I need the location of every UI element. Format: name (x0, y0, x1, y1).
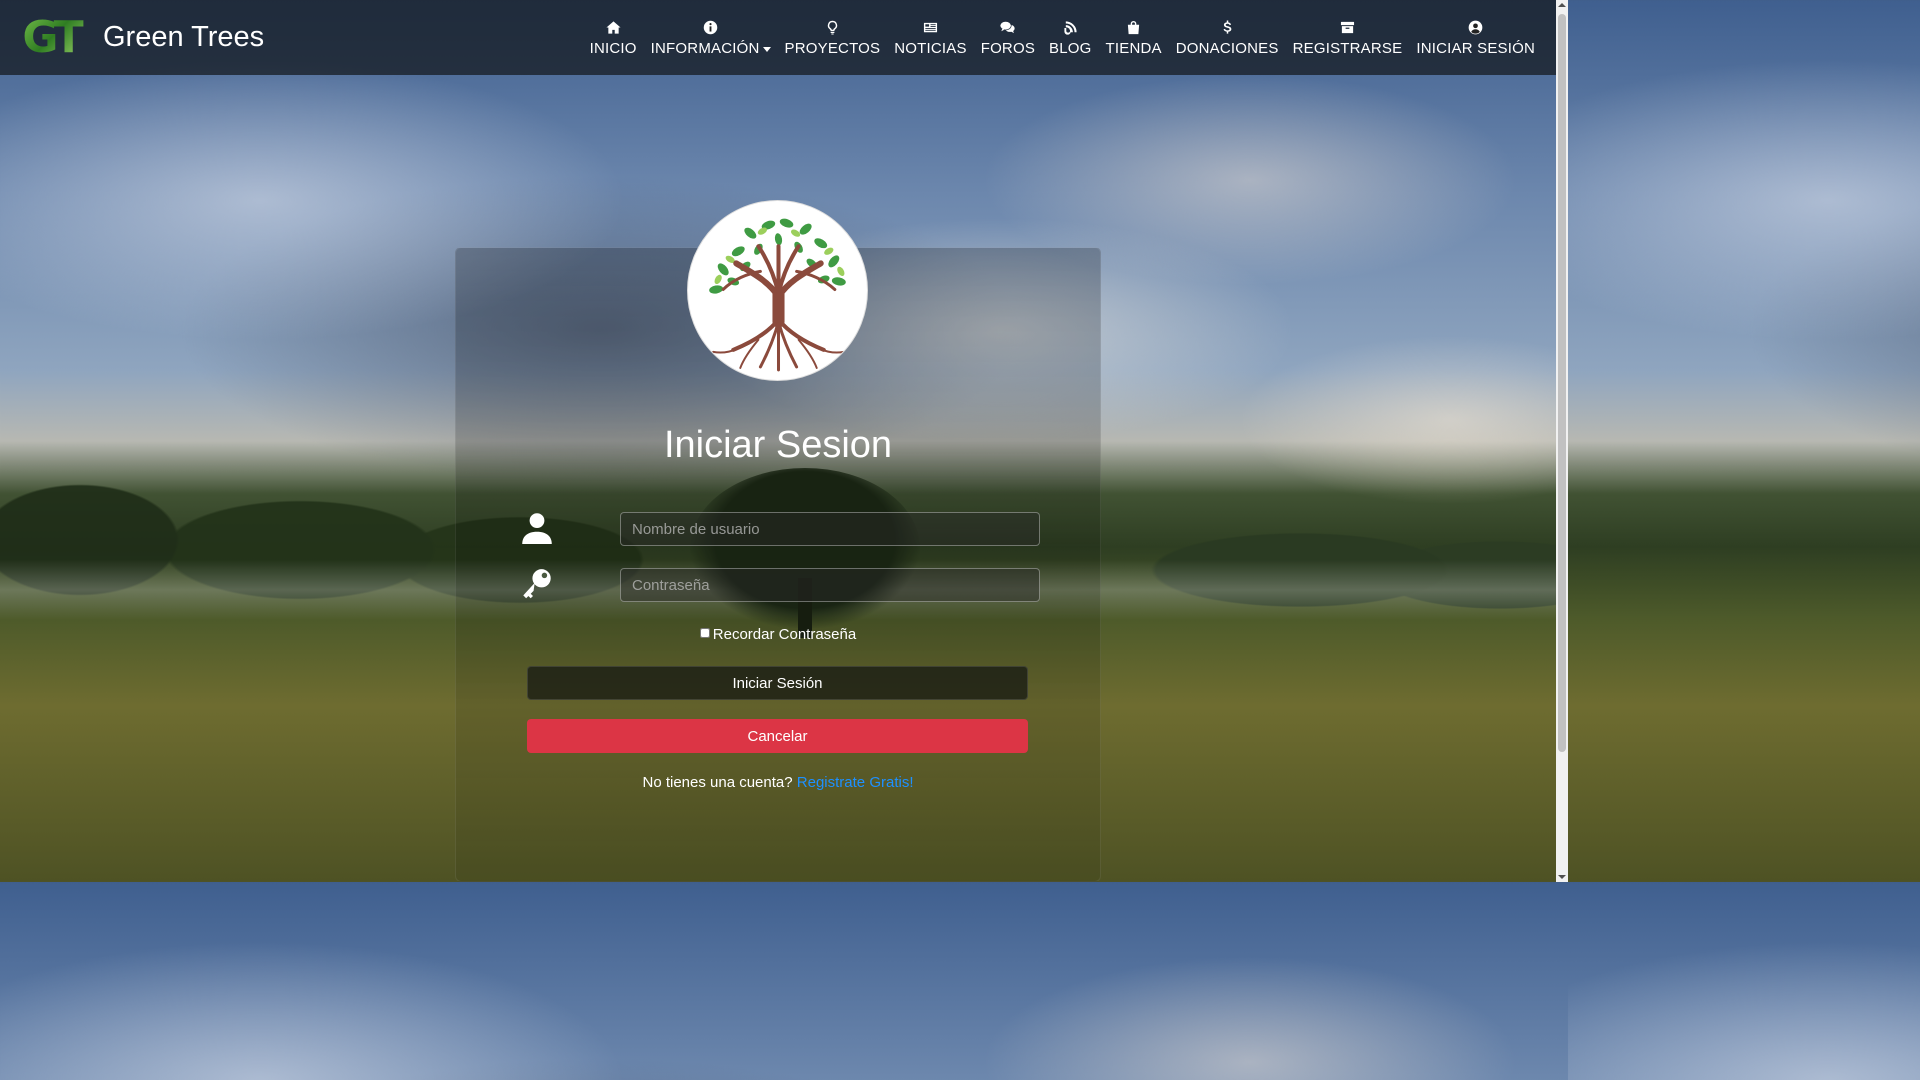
nav-item-donaciones[interactable]: DONACIONES (1169, 19, 1286, 56)
comments-icon (1000, 19, 1015, 35)
user-circle-icon (1468, 19, 1483, 35)
chevron-down-icon (762, 46, 771, 52)
nav-label: INICIAR SESIÓN (1416, 40, 1535, 57)
nav-label: NOTICIAS (894, 40, 967, 57)
nav-label: TIENDA (1105, 40, 1162, 57)
info-icon (703, 19, 718, 35)
scrollbar[interactable] (1556, 0, 1568, 882)
nav-label: BLOG (1049, 40, 1092, 57)
scroll-down-icon[interactable] (1558, 875, 1566, 879)
nav-label: PROYECTOS (784, 40, 881, 57)
signup-link[interactable]: Registrate Gratis! (797, 774, 914, 791)
scrollbar-thumb[interactable] (1558, 14, 1566, 752)
archive-icon (1340, 19, 1355, 35)
blog-icon (1063, 19, 1078, 35)
nav-item-inicio[interactable]: INICIO (583, 19, 644, 56)
username-input[interactable] (620, 512, 1040, 546)
cancel-button[interactable]: Cancelar (527, 719, 1028, 753)
nav-item-foros[interactable]: FOROS (974, 19, 1042, 56)
nav-item-noticias[interactable]: NOTICIAS (887, 19, 973, 56)
nav-label: FOROS (980, 40, 1036, 57)
password-input[interactable] (620, 568, 1040, 602)
lightbulb-icon (825, 19, 840, 35)
nav-item-informacion[interactable]: INFORMACIÓN (644, 19, 778, 56)
newspaper-icon (923, 19, 938, 35)
shopping-bag-icon (1126, 19, 1141, 35)
nav-label: DONACIONES (1175, 40, 1279, 57)
home-icon (606, 19, 621, 35)
user-icon (522, 512, 552, 544)
brand-logo: GT (14, 12, 88, 63)
nav-label: INFORMACIÓN (651, 41, 771, 56)
login-button[interactable]: Iniciar Sesión (527, 666, 1028, 700)
nav-label: REGISTRARSE (1292, 40, 1403, 57)
remember-checkbox[interactable] (699, 628, 710, 638)
nav-item-blog[interactable]: BLOG (1042, 19, 1098, 56)
key-icon (522, 568, 552, 600)
nav-label-text: INFORMACIÓN (650, 40, 760, 57)
signup-prompt: No tienes una cuenta? (642, 774, 793, 791)
remember-label: Recordar Contraseña (712, 626, 857, 643)
tree-of-life-icon (709, 218, 846, 372)
brand[interactable]: GT Green Trees (14, 12, 265, 63)
brand-name: Green Trees (103, 21, 265, 53)
remember-row: Recordar Contraseña (0, 626, 1556, 643)
dollar-icon (1220, 19, 1235, 35)
login-title: Iniciar Sesion (663, 424, 893, 466)
nav-item-tienda[interactable]: TIENDA (1099, 19, 1169, 56)
nav-menu: INICIO INFORMACIÓN PROYECTOS NOTICIAS FO… (583, 19, 1542, 56)
signup-row: No tienes una cuenta? Registrate Gratis! (0, 774, 1556, 791)
navbar: GT Green Trees INICIO INFORMACIÓN PROYEC… (0, 0, 1556, 75)
scroll-up-icon[interactable] (1558, 3, 1566, 7)
tree-logo (687, 200, 868, 381)
nav-item-proyectos[interactable]: PROYECTOS (778, 19, 888, 56)
nav-item-registrarse[interactable]: REGISTRARSE (1286, 19, 1410, 56)
nav-label: INICIO (589, 40, 637, 57)
nav-item-iniciar-sesion[interactable]: INICIAR SESIÓN (1409, 19, 1542, 56)
